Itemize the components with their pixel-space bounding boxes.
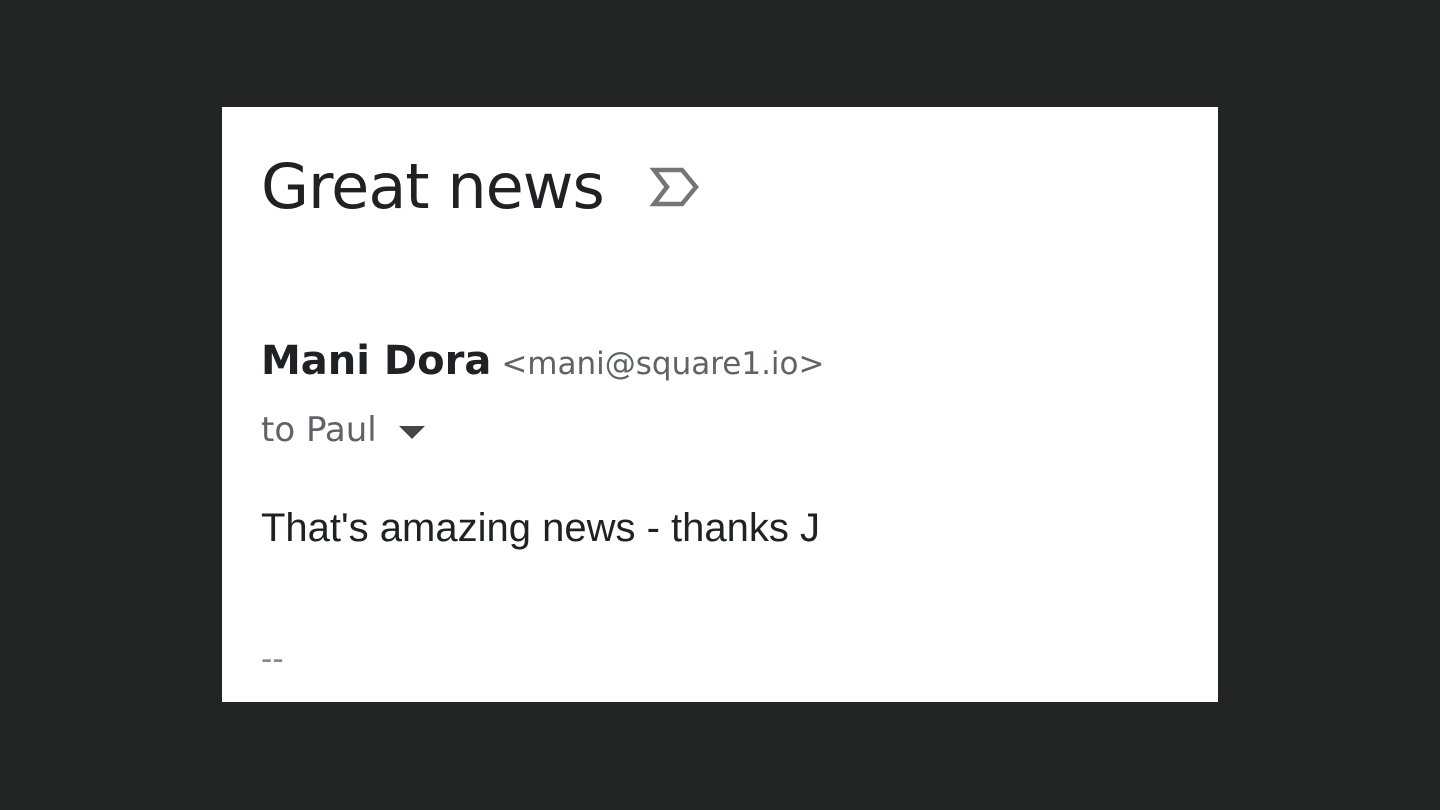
email-body: That's amazing news - thanks J [261,506,820,550]
caret-down-icon[interactable] [398,425,425,439]
recipient-details-toggle[interactable]: to Paul [261,408,425,452]
sender-name[interactable]: Mani Dora [261,338,491,384]
email-message-card: Great news Mani Dora <mani@square1.io> to… [222,107,1218,702]
sender-row: Mani Dora <mani@square1.io> [261,336,824,395]
sender-email: <mani@square1.io> [501,346,825,382]
recipient-label: to Paul [261,410,377,450]
subject-row: Great news [261,147,702,227]
important-marker-icon[interactable] [648,165,702,209]
signature-separator: -- [261,640,284,678]
email-subject: Great news [261,150,605,223]
